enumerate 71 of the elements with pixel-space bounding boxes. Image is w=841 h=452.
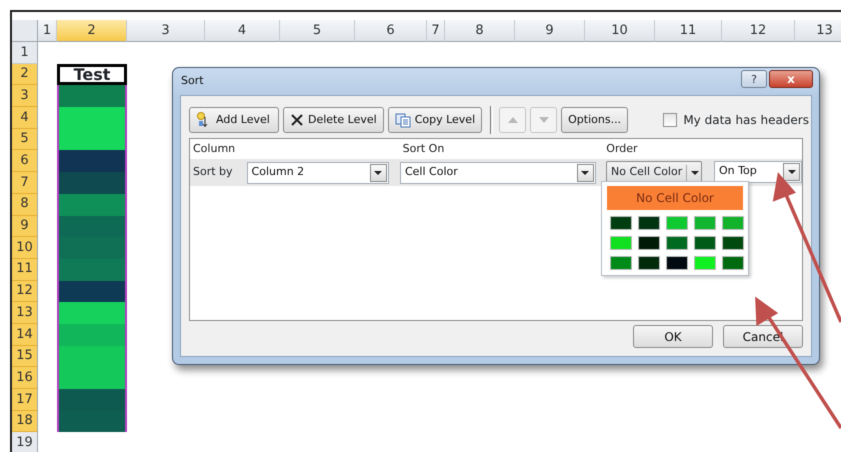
row-header[interactable]: 9 bbox=[12, 216, 38, 238]
column-header[interactable]: 8 bbox=[445, 20, 515, 42]
column-header[interactable]: 4 bbox=[205, 20, 280, 42]
column-heading: Order bbox=[606, 142, 638, 155]
row-header[interactable]: 5 bbox=[12, 128, 38, 150]
corner-cell bbox=[12, 20, 38, 42]
column-heading: Column bbox=[193, 142, 236, 155]
column-header[interactable]: 9 bbox=[515, 20, 585, 42]
ok-button[interactable]: OK bbox=[633, 325, 713, 348]
row-header[interactable]: 2 bbox=[12, 64, 38, 86]
column-header[interactable]: 6 bbox=[355, 20, 427, 42]
row-header[interactable]: 19 bbox=[12, 432, 38, 452]
row-header[interactable]: 17 bbox=[12, 389, 38, 411]
row-header[interactable]: 18 bbox=[12, 410, 38, 432]
add-level-button[interactable]: Add Level bbox=[189, 107, 279, 133]
row-header[interactable]: 3 bbox=[12, 85, 38, 108]
row-header[interactable]: 1 bbox=[12, 42, 38, 64]
color-swatch[interactable] bbox=[638, 256, 660, 270]
delete-level-button[interactable]: Delete Level bbox=[283, 107, 384, 133]
color-swatch[interactable] bbox=[638, 236, 660, 250]
checkbox[interactable] bbox=[663, 113, 678, 127]
sort-on-dropdown[interactable]: Cell Color bbox=[400, 162, 596, 184]
row-header[interactable]: 10 bbox=[12, 237, 38, 259]
up-arrow-icon bbox=[508, 117, 518, 123]
down-arrow-icon bbox=[538, 117, 549, 123]
column-dropdown[interactable]: Column 2 bbox=[246, 162, 389, 184]
color-swatch[interactable] bbox=[694, 236, 716, 250]
color-swatch[interactable] bbox=[694, 216, 716, 230]
color-swatch[interactable] bbox=[694, 256, 716, 270]
color-swatch[interactable] bbox=[610, 216, 632, 230]
color-swatch[interactable] bbox=[722, 256, 744, 270]
column-header[interactable]: 1 bbox=[38, 20, 57, 42]
column-header[interactable]: 13 bbox=[795, 20, 841, 42]
copy-icon bbox=[394, 112, 411, 128]
color-swatch[interactable] bbox=[666, 236, 688, 250]
row-header[interactable]: 4 bbox=[12, 107, 38, 129]
row-header[interactable]: 8 bbox=[12, 194, 38, 216]
checkbox-label: My data has headers bbox=[683, 112, 809, 129]
help-button[interactable]: ? bbox=[741, 70, 767, 88]
delete-icon bbox=[290, 113, 304, 127]
column-header[interactable]: 3 bbox=[127, 20, 205, 42]
color-swatch[interactable] bbox=[610, 236, 632, 250]
column-heading: Sort On bbox=[402, 142, 444, 155]
color-swatch[interactable] bbox=[666, 256, 688, 270]
dialog-title: Sort bbox=[181, 73, 204, 90]
column-header[interactable]: 10 bbox=[585, 20, 655, 42]
copy-level-button[interactable]: Copy Level bbox=[388, 107, 482, 133]
menu-item[interactable]: No Cell Color bbox=[607, 186, 743, 210]
position-dropdown[interactable]: On Top bbox=[714, 160, 802, 182]
row-header[interactable]: 7 bbox=[12, 172, 38, 194]
row-header[interactable]: 12 bbox=[12, 280, 38, 302]
row-label: Sort by bbox=[193, 164, 233, 180]
column-header[interactable]: 12 bbox=[722, 20, 795, 42]
color-swatch[interactable] bbox=[722, 216, 744, 230]
row-header[interactable]: 6 bbox=[12, 150, 38, 172]
row-header[interactable]: 15 bbox=[12, 346, 38, 368]
column-header[interactable]: 2 bbox=[57, 20, 127, 42]
column-header[interactable]: 11 bbox=[655, 20, 722, 42]
color-swatch[interactable] bbox=[666, 216, 688, 230]
column-header[interactable]: 7 bbox=[427, 20, 445, 42]
color-swatch[interactable] bbox=[638, 216, 660, 230]
row-header[interactable]: 14 bbox=[12, 324, 38, 346]
options-button[interactable]: Options... bbox=[561, 107, 628, 133]
dropdown-arrow-icon bbox=[691, 170, 700, 174]
row-header[interactable]: 16 bbox=[12, 367, 38, 389]
row-header[interactable]: 11 bbox=[12, 258, 38, 281]
color-swatch[interactable] bbox=[610, 256, 632, 270]
column-header[interactable]: 5 bbox=[280, 20, 355, 42]
table-header-cell: Test bbox=[57, 64, 127, 86]
row-header[interactable]: 13 bbox=[12, 302, 38, 324]
color-swatch[interactable] bbox=[722, 236, 744, 250]
